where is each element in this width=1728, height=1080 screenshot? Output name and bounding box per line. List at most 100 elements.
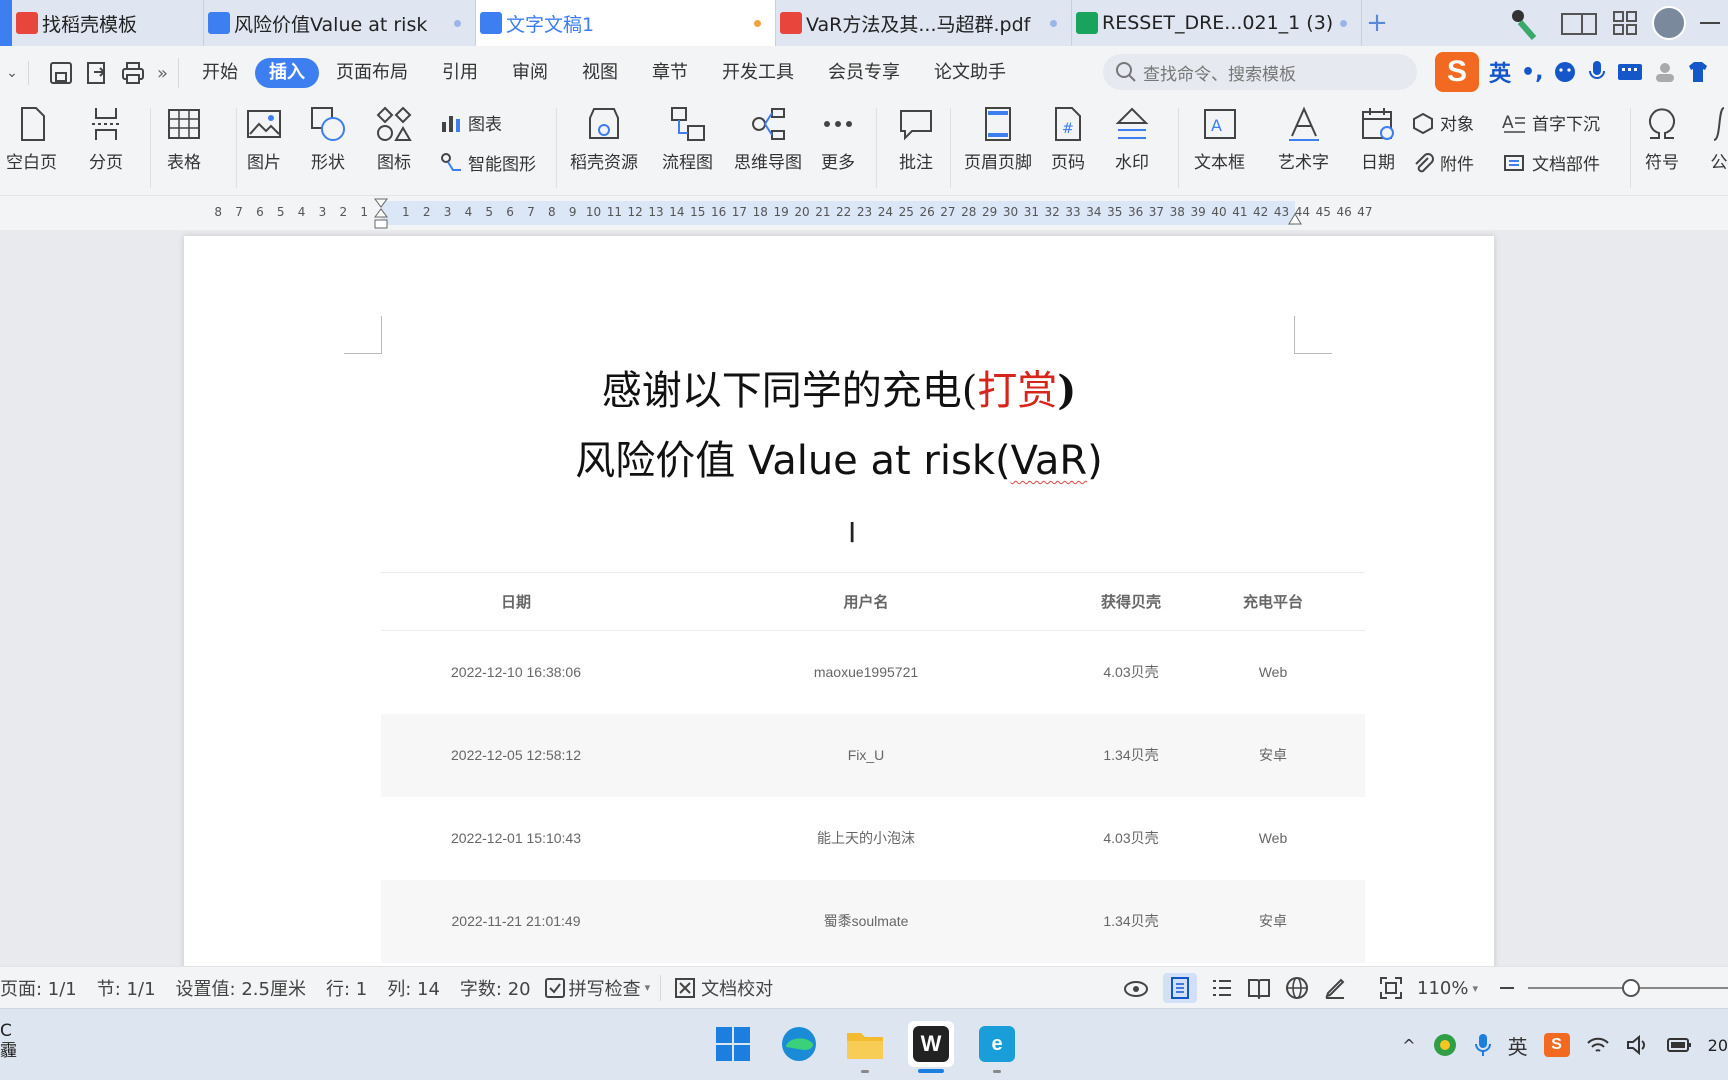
menu-review[interactable]: 审阅 bbox=[495, 58, 565, 88]
edge-browser-button[interactable] bbox=[776, 1021, 822, 1067]
page-number-button[interactable]: # 页码 bbox=[1050, 106, 1086, 173]
doc-parts-button[interactable]: 文档部件 bbox=[1502, 150, 1600, 175]
word-art-button[interactable]: 艺术字 bbox=[1278, 106, 1329, 173]
docer-resources-button[interactable]: 稻壳资源 bbox=[570, 106, 638, 173]
battery-icon[interactable] bbox=[1666, 1035, 1692, 1055]
status-section[interactable]: 节: 1/1 bbox=[87, 975, 166, 1001]
symbol-button[interactable]: 符号 bbox=[1644, 106, 1680, 173]
document-page[interactable]: 感谢以下同学的充电(打赏) 风险价值 Value at risk(VaR) I … bbox=[184, 236, 1494, 966]
zoom-level[interactable]: 110% bbox=[1417, 978, 1468, 999]
attachment-button[interactable]: 附件 bbox=[1412, 150, 1474, 175]
start-button[interactable] bbox=[710, 1021, 756, 1067]
microphone-icon[interactable] bbox=[1474, 1032, 1492, 1058]
header-footer-button[interactable]: 页眉页脚 bbox=[964, 106, 1032, 173]
command-search-input[interactable]: 查找命令、搜索模板 bbox=[1103, 54, 1417, 90]
doc-proofread-button[interactable]: 文档校对 bbox=[660, 974, 783, 1001]
watermark-button[interactable]: 水印 bbox=[1114, 106, 1150, 173]
print-icon[interactable] bbox=[121, 61, 145, 85]
sogou-tray-icon[interactable]: S bbox=[1543, 1033, 1570, 1057]
table-button[interactable]: 表格 bbox=[166, 106, 202, 173]
indent-marker-icon[interactable] bbox=[374, 198, 388, 230]
wps-office-button[interactable]: W bbox=[908, 1021, 954, 1073]
comment-button[interactable]: 批注 bbox=[898, 106, 934, 173]
heading-thanks[interactable]: 感谢以下同学的充电(打赏) bbox=[184, 358, 1494, 416]
object-button[interactable]: 对象 bbox=[1412, 110, 1474, 135]
tab-docer-templates[interactable]: 找稻壳模板 bbox=[12, 0, 204, 46]
menu-page-layout[interactable]: 页面布局 bbox=[319, 58, 425, 88]
shape-button[interactable]: 形状 bbox=[310, 106, 346, 173]
status-row[interactable]: 行: 1 bbox=[316, 975, 377, 1001]
menu-thesis-assistant[interactable]: 论文助手 bbox=[917, 58, 1023, 88]
smart-art-button[interactable]: 智能图形 bbox=[440, 150, 536, 175]
save-icon[interactable] bbox=[49, 61, 73, 85]
text-box-button[interactable]: A 文本框 bbox=[1194, 106, 1245, 173]
menu-insert[interactable]: 插入 bbox=[255, 58, 320, 88]
more-button[interactable]: 更多 bbox=[820, 106, 856, 173]
page-view-button[interactable] bbox=[1163, 973, 1197, 1003]
picture-button[interactable]: 图片 bbox=[246, 106, 282, 173]
export-pdf-icon[interactable] bbox=[85, 61, 109, 85]
status-page[interactable]: 页面: 1/1 bbox=[0, 975, 87, 1001]
volume-icon[interactable] bbox=[1626, 1035, 1650, 1055]
tray-app-icon[interactable] bbox=[1432, 1032, 1458, 1058]
zoom-slider-thumb[interactable] bbox=[1622, 979, 1640, 997]
document-canvas[interactable]: 感谢以下同学的充电(打赏) 风险价值 Value at risk(VaR) I … bbox=[0, 230, 1728, 966]
menu-view[interactable]: 视图 bbox=[565, 58, 635, 88]
zoom-out-icon[interactable] bbox=[1500, 987, 1514, 989]
tray-overflow-chevron-icon[interactable]: ^ bbox=[1402, 1036, 1415, 1055]
sogou-logo-icon[interactable]: S bbox=[1435, 52, 1479, 92]
tray-ime-indicator[interactable]: 英 bbox=[1508, 1031, 1528, 1060]
horizontal-ruler[interactable]: 8 7 6 5 4 3 2 1 1 2 3 4 5 6 7 8 9 10 11 12 13 14 15 16 17 18 19 20 2… bbox=[0, 196, 1728, 230]
heading-var[interactable]: 风险价值 Value at risk(VaR) bbox=[184, 428, 1494, 486]
eye-protection-icon[interactable] bbox=[1123, 977, 1149, 999]
cloud-app-button[interactable]: e bbox=[974, 1021, 1020, 1073]
mind-map-button[interactable]: 思维导图 bbox=[734, 106, 802, 173]
drop-cap-button[interactable]: A 首字下沉 bbox=[1502, 110, 1600, 136]
spell-check-button[interactable]: 拼写检查 ▾ bbox=[541, 975, 655, 1001]
menu-developer[interactable]: 开发工具 bbox=[705, 58, 811, 88]
reading-view-icon[interactable] bbox=[1247, 977, 1271, 999]
formula-button[interactable]: 公 bbox=[1710, 106, 1728, 173]
punctuation-icon[interactable]: •, bbox=[1521, 60, 1543, 85]
chart-button[interactable]: 图表 bbox=[440, 110, 502, 135]
weather-widget[interactable]: C 霾 bbox=[0, 1021, 17, 1061]
menu-references[interactable]: 引用 bbox=[425, 58, 495, 88]
menu-membership[interactable]: 会员专享 bbox=[811, 58, 917, 88]
menu-chapter[interactable]: 章节 bbox=[635, 58, 705, 88]
file-explorer-button[interactable] bbox=[842, 1021, 888, 1073]
account-icon[interactable] bbox=[1653, 60, 1677, 84]
wifi-icon[interactable] bbox=[1586, 1035, 1610, 1055]
status-col[interactable]: 列: 14 bbox=[377, 975, 450, 1001]
skin-shirt-icon[interactable] bbox=[1687, 60, 1709, 84]
zoom-dropdown-icon[interactable]: ▾ bbox=[1472, 982, 1478, 995]
clock[interactable]: 20 bbox=[1708, 1036, 1728, 1055]
status-setting[interactable]: 设置值: 2.5厘米 bbox=[166, 975, 316, 1001]
blank-page-button[interactable]: 空白页 bbox=[6, 106, 57, 173]
fit-page-icon[interactable] bbox=[1379, 976, 1403, 1000]
write-mode-icon[interactable] bbox=[1323, 976, 1347, 1000]
menu-home[interactable]: 开始 bbox=[185, 58, 255, 88]
flowchart-button[interactable]: 流程图 bbox=[662, 106, 713, 173]
tab-resset-sheet[interactable]: RESSET_DRE...021_1 (3) bbox=[1072, 0, 1362, 46]
new-tab-plus-icon[interactable]: + bbox=[1362, 0, 1392, 46]
user-avatar[interactable] bbox=[1652, 6, 1686, 40]
zoom-slider[interactable] bbox=[1528, 977, 1728, 999]
icon-library-button[interactable]: 图标 bbox=[376, 106, 412, 173]
tab-text-doc-1[interactable]: 文字文稿1 bbox=[476, 0, 776, 46]
web-view-icon[interactable] bbox=[1285, 976, 1309, 1000]
voice-input-icon[interactable] bbox=[1587, 59, 1607, 85]
status-word-count[interactable]: 字数: 20 bbox=[450, 975, 541, 1001]
page-break-button[interactable]: 分页 bbox=[88, 106, 124, 173]
more-chevron-icon[interactable]: » bbox=[157, 63, 168, 84]
outline-view-icon[interactable] bbox=[1211, 977, 1233, 999]
tab-value-at-risk[interactable]: 风险价值Value at risk bbox=[204, 0, 476, 46]
emoji-icon[interactable] bbox=[1553, 60, 1577, 84]
chevron-down-icon[interactable]: ⌄ bbox=[0, 65, 24, 81]
ime-language-toggle[interactable]: 英 bbox=[1489, 56, 1511, 88]
right-indent-marker-icon[interactable] bbox=[1288, 210, 1302, 226]
date-button[interactable]: 日期 bbox=[1360, 106, 1396, 173]
minimize-icon[interactable] bbox=[1700, 22, 1720, 24]
keyboard-icon[interactable] bbox=[1617, 61, 1643, 83]
reading-mode-icon[interactable] bbox=[1560, 10, 1598, 36]
tab-var-pdf[interactable]: VaR方法及其...马超群.pdf bbox=[776, 0, 1072, 46]
